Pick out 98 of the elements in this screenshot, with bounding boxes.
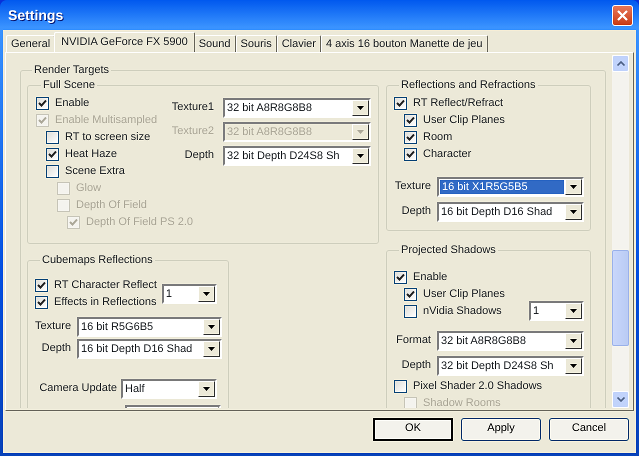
caret-down-icon xyxy=(202,292,210,296)
field-label: Texture xyxy=(35,320,71,334)
checkbox[interactable] xyxy=(404,114,417,127)
checkbox-label: Shadow Rooms xyxy=(423,396,501,408)
caret-down-icon xyxy=(570,210,577,214)
checkbox[interactable] xyxy=(35,279,48,292)
field-label: Texture xyxy=(394,180,431,194)
checkbox-label: Depth Of Field xyxy=(76,198,147,212)
dropdown[interactable]: 1 xyxy=(162,284,217,304)
checkbox[interactable] xyxy=(404,288,417,301)
checkmark-icon xyxy=(36,280,47,291)
checkmark-icon xyxy=(37,115,48,126)
window-title: Settings xyxy=(8,6,64,24)
checkmark-icon xyxy=(395,272,406,283)
close-button[interactable] xyxy=(612,4,633,26)
dropdown[interactable]: 32 bit A8R8G8B8 xyxy=(437,331,584,351)
tab[interactable]: Souris xyxy=(236,35,277,52)
group-title: Cubemaps Reflections xyxy=(41,254,154,267)
checkbox-label: Heat Haze xyxy=(65,148,117,162)
dialog-button[interactable]: Apply xyxy=(461,418,541,440)
tab[interactable]: NVIDIA GeForce FX 5900 xyxy=(54,32,195,52)
checkbox-label: Enable xyxy=(55,96,90,110)
checkmark-icon xyxy=(405,115,416,126)
checkbox-label: Scene Extra xyxy=(65,164,125,178)
group-title: Full Scene xyxy=(42,79,96,92)
field-label: Depth xyxy=(184,149,214,163)
checkmark-icon xyxy=(36,297,47,308)
tab[interactable]: 4 axis 16 bouton Manette de jeu xyxy=(320,35,488,52)
checkmark-icon xyxy=(37,98,48,109)
dialog-button[interactable]: Cancel xyxy=(549,418,629,440)
checkmark-icon xyxy=(405,132,416,143)
field-label: Depth xyxy=(400,205,431,219)
caret-down-icon xyxy=(616,397,624,402)
scroll-up-button[interactable] xyxy=(612,55,629,72)
group-title: Render Targets xyxy=(33,64,110,77)
tab[interactable]: Sound xyxy=(194,35,236,52)
caret-down-icon xyxy=(357,106,364,110)
checkmark-icon xyxy=(405,289,416,300)
checkbox-label: nVidia Shadows xyxy=(423,304,502,318)
caret-down-icon xyxy=(357,154,364,158)
checkbox-label: RT Reflect/Refract xyxy=(413,96,504,110)
field-label: Texture2 xyxy=(170,125,214,139)
checkbox[interactable] xyxy=(36,97,49,110)
caret-down-icon xyxy=(570,185,577,189)
scroll-down-button[interactable] xyxy=(612,391,629,408)
checkmark-icon xyxy=(68,217,79,228)
dropdown[interactable]: 32 bit Depth D24S8 Sh xyxy=(223,146,371,166)
caret-down-icon xyxy=(570,339,577,343)
checkmark-icon xyxy=(405,149,416,160)
scrollbar[interactable] xyxy=(612,55,629,408)
checkbox-label: Enable xyxy=(413,270,448,284)
dropdown[interactable]: 16 bit Depth D16 Shad xyxy=(77,339,222,359)
checkbox-label: Pixel Shader 2.0 Shadows xyxy=(413,380,542,394)
checkbox-label: Depth Of Field PS 2.0 xyxy=(86,216,193,230)
checkbox-label: Enable Multisampled xyxy=(55,114,158,128)
dropdown[interactable]: 16 bit X1R5G5B5 xyxy=(437,177,584,197)
checkbox-label: Effects in Reflections xyxy=(54,296,157,310)
scroll-thumb[interactable] xyxy=(612,250,629,346)
checkbox[interactable] xyxy=(394,97,407,110)
checkbox[interactable] xyxy=(404,148,417,161)
caret-down-icon xyxy=(208,325,215,329)
field-label: Texture1 xyxy=(170,101,214,115)
checkmark-icon xyxy=(47,149,58,160)
checkbox-label: RT to screen size xyxy=(65,130,150,144)
dialog-button[interactable]: OK xyxy=(373,418,453,440)
caret-down-icon xyxy=(570,309,577,313)
checkbox-label: User Clip Planes xyxy=(423,114,505,128)
field-label: Camera Update xyxy=(38,382,117,396)
close-icon xyxy=(617,10,628,20)
field-label: Depth xyxy=(400,359,431,373)
group-title: Projected Shadows xyxy=(400,244,497,257)
dropdown[interactable]: 16 bit R5G6B5 xyxy=(77,317,222,337)
tab[interactable]: Clavier xyxy=(276,35,321,52)
checkbox-label: Glow xyxy=(76,182,102,196)
caret-up-icon xyxy=(616,61,624,66)
group-title: Reflections and Refractions xyxy=(400,79,537,92)
checkbox[interactable] xyxy=(35,296,48,309)
caret-down-icon xyxy=(570,364,577,368)
checkbox[interactable] xyxy=(404,305,417,318)
caret-down-icon xyxy=(203,387,210,391)
dropdown[interactable]: Half xyxy=(121,379,217,399)
caret-down-icon xyxy=(357,130,364,134)
caret-down-icon xyxy=(208,347,215,351)
dropdown[interactable]: 32 bit A8R8G8B8 xyxy=(223,98,371,118)
field-label: Depth xyxy=(40,342,71,356)
checkbox[interactable] xyxy=(394,271,407,284)
checkbox[interactable] xyxy=(394,380,407,393)
checkmark-icon xyxy=(395,98,406,109)
tab[interactable]: General xyxy=(6,35,56,52)
dropdown[interactable]: 32 bit Depth D24S8 Sh xyxy=(437,356,584,376)
checkbox-label: Character xyxy=(423,148,472,162)
checkbox-label: RT Character Reflect xyxy=(54,278,157,292)
field-label: Format xyxy=(395,334,431,348)
dropdown[interactable]: 16 bit Depth D16 Shad xyxy=(437,202,584,222)
checkbox[interactable] xyxy=(404,131,417,144)
checkbox-label: Room xyxy=(423,130,452,144)
dropdown[interactable]: 1 xyxy=(529,301,584,321)
checkbox-label: User Clip Planes xyxy=(423,288,505,302)
